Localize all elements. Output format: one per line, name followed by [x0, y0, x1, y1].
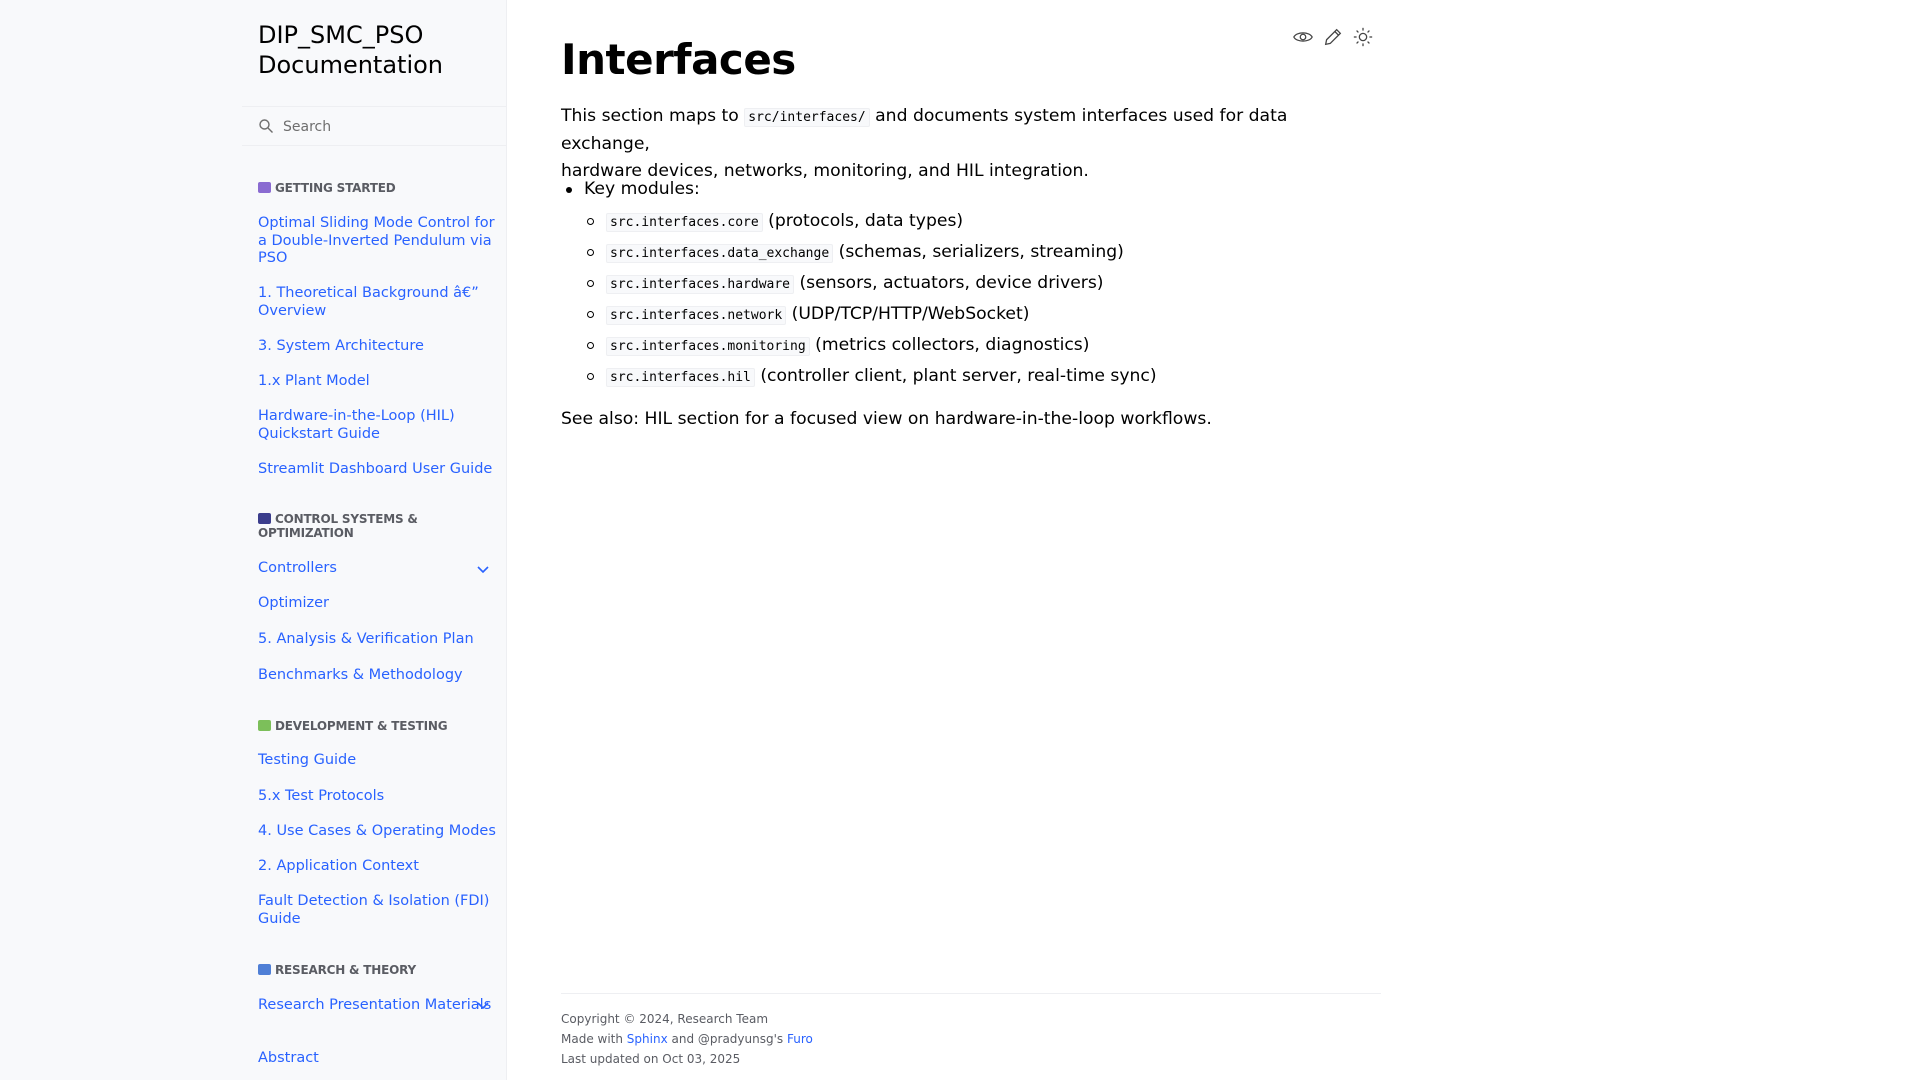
- brand-line1: DIP_SMC_PSO: [258, 21, 424, 49]
- theme-toggle-icon[interactable]: [1352, 26, 1374, 48]
- footer-divider: [561, 993, 1381, 994]
- content-actions: [1292, 26, 1382, 50]
- sidebar-item-controllers[interactable]: Controllers: [258, 560, 498, 578]
- inline-code: src/interfaces/: [744, 108, 870, 127]
- sidebar-item-plant-model[interactable]: 1.x Plant Model: [258, 373, 498, 391]
- brand-link[interactable]: DIP_SMC_PSO Documentation: [258, 20, 498, 80]
- sub-bullet: [587, 373, 594, 380]
- sidebar-item-application-context[interactable]: 2. Application Context: [258, 858, 498, 876]
- sidebar-item-testing-guide[interactable]: Testing Guide: [258, 752, 498, 770]
- sidebar-item-benchmarks[interactable]: Benchmarks & Methodology: [258, 667, 498, 685]
- sub-bullet: [587, 249, 594, 256]
- sidebar-item-fdi-guide[interactable]: Fault Detection & Isolation (FDI) Guide: [258, 893, 498, 928]
- sub-bullet: [587, 342, 594, 349]
- sidebar-item-research-presentation[interactable]: Research Presentation Materials: [258, 997, 498, 1015]
- sidebar-item-hil-quickstart[interactable]: Hardware-in-the-Loop (HIL) Quickstart Gu…: [258, 408, 498, 443]
- sidebar-item-optimizer[interactable]: Optimizer: [258, 595, 498, 613]
- module-item: src.interfaces.core (protocols, data typ…: [606, 208, 963, 236]
- sidebar-item-streamlit-guide[interactable]: Streamlit Dashboard User Guide: [258, 461, 498, 479]
- see-also-paragraph: See also: HIL section for a focused view…: [561, 409, 1212, 429]
- sub-bullet: [587, 218, 594, 225]
- search-icon: [259, 119, 273, 133]
- made-with: Made with Sphinx and @pradyunsg's Furo: [561, 1032, 813, 1046]
- bar-chart-icon: [258, 964, 271, 975]
- sidebar-item-test-protocols[interactable]: 5.x Test Protocols: [258, 788, 498, 806]
- module-item: src.interfaces.hardware (sensors, actuat…: [606, 270, 1104, 298]
- sidebar-item-optimal-smc[interactable]: Optimal Sliding Mode Control for a Doubl…: [258, 215, 498, 268]
- module-item: src.interfaces.network (UDP/TCP/HTTP/Web…: [606, 301, 1029, 329]
- sidebar-item-system-architecture[interactable]: 3. System Architecture: [258, 338, 498, 356]
- chevron-down-icon[interactable]: [475, 997, 491, 1013]
- edit-icon[interactable]: [1322, 26, 1344, 48]
- caption-development-testing: DEVELOPMENT & TESTING: [258, 719, 498, 733]
- caption-research-theory: RESEARCH & THEORY: [258, 963, 498, 977]
- key-modules-label: Key modules:: [584, 179, 700, 199]
- sidebar: DIP_SMC_PSO Documentation Search GETTING…: [242, 0, 506, 1080]
- module-item: src.interfaces.data_exchange (schemas, s…: [606, 239, 1124, 267]
- intro-paragraph: This section maps to src/interfaces/ and…: [561, 106, 1288, 181]
- last-updated: Last updated on Oct 03, 2025: [561, 1052, 741, 1066]
- bullet-dot: [566, 187, 572, 193]
- books-icon: [258, 182, 271, 193]
- search-placeholder: Search: [283, 119, 332, 135]
- sidebar-item-use-cases[interactable]: 4. Use Cases & Operating Modes: [258, 823, 498, 841]
- sidebar-item-abstract[interactable]: Abstract: [258, 1050, 498, 1068]
- module-item: src.interfaces.hil (controller client, p…: [606, 363, 1157, 391]
- search-input[interactable]: Search: [242, 106, 506, 146]
- brand-line2: Documentation: [258, 51, 444, 79]
- caption-getting-started: GETTING STARTED: [258, 181, 498, 195]
- chevron-down-icon[interactable]: [475, 561, 491, 577]
- page-title: Interfaces: [561, 35, 796, 84]
- sidebar-item-theoretical-background[interactable]: 1. Theoretical Background â€” Overview: [258, 285, 498, 320]
- furo-link[interactable]: Furo: [787, 1032, 813, 1046]
- sidebar-item-analysis-verification[interactable]: 5. Analysis & Verification Plan: [258, 631, 498, 649]
- copyright: Copyright © 2024, Research Team: [561, 1012, 769, 1026]
- view-source-icon[interactable]: [1292, 26, 1314, 48]
- gamepad-icon: [258, 513, 271, 524]
- sub-bullet: [587, 311, 594, 318]
- sub-bullet: [587, 280, 594, 287]
- test-tube-icon: [258, 720, 271, 731]
- sphinx-link[interactable]: Sphinx: [627, 1032, 668, 1046]
- module-item: src.interfaces.monitoring (metrics colle…: [606, 332, 1089, 360]
- caption-control-systems: CONTROL SYSTEMS & OPTIMIZATION: [258, 512, 418, 540]
